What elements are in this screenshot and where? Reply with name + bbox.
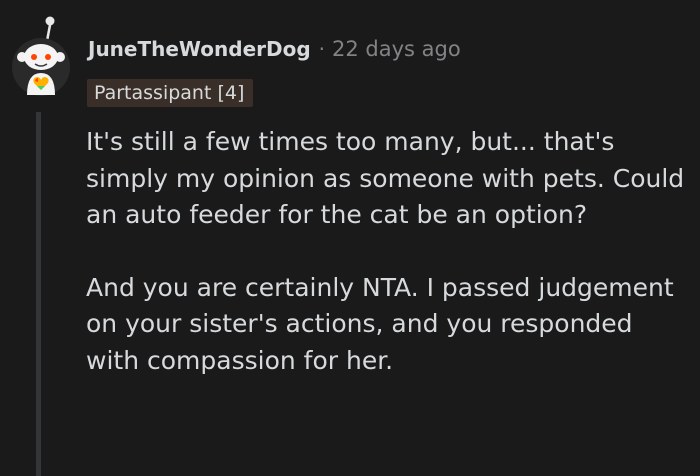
- comment-paragraph: And you are certainly NTA. I passed judg…: [86, 272, 674, 375]
- comment-meta: JuneTheWonderDog · 22 days ago: [88, 34, 461, 64]
- snoo-avatar-icon: [12, 16, 70, 96]
- user-flair: Partassipant [4]: [87, 79, 254, 107]
- meta-separator: ·: [318, 37, 326, 61]
- timestamp[interactable]: 22 days ago: [332, 37, 461, 61]
- avatar[interactable]: [10, 15, 72, 97]
- thread-line[interactable]: [36, 112, 41, 476]
- comment-paragraph: It's still a few times too many, but... …: [86, 127, 685, 229]
- username[interactable]: JuneTheWonderDog: [88, 37, 311, 61]
- comment-body: It's still a few times too many, but... …: [86, 124, 686, 379]
